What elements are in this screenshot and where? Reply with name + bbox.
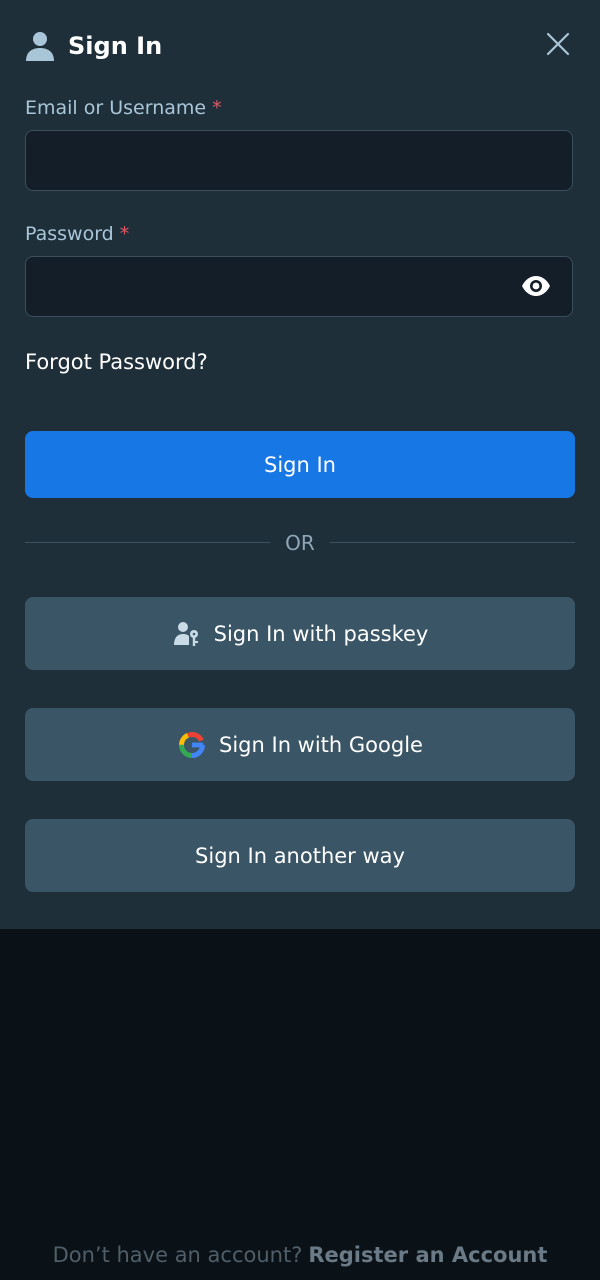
email-input[interactable]	[25, 130, 573, 191]
sign-in-button-label: Sign In	[264, 452, 336, 477]
google-button-label: Sign In with Google	[219, 732, 423, 757]
modal-title: Sign In	[68, 32, 163, 60]
register-link[interactable]: Register an Account	[308, 1243, 547, 1267]
register-footer: Don’t have an account? Register an Accoun…	[0, 1240, 600, 1270]
required-mark: *	[212, 97, 222, 119]
screen: Sign In Email or Username * Password * F…	[0, 0, 600, 1280]
password-label-text: Password	[25, 223, 114, 245]
modal-header: Sign In	[24, 28, 576, 64]
password-label: Password *	[25, 222, 129, 246]
close-icon	[546, 32, 570, 60]
close-button[interactable]	[540, 28, 576, 64]
email-label: Email or Username *	[25, 96, 222, 120]
or-divider: OR	[25, 530, 575, 556]
sign-in-modal: Sign In Email or Username * Password * F…	[0, 0, 600, 929]
eye-icon	[521, 275, 551, 301]
register-prompt: Don’t have an account?	[52, 1243, 303, 1267]
passkey-button-label: Sign In with passkey	[213, 621, 429, 646]
passkey-sign-in-button[interactable]: Sign In with passkey	[25, 597, 575, 670]
divider-text: OR	[285, 531, 315, 555]
sign-in-button[interactable]: Sign In	[25, 431, 575, 498]
toggle-password-visibility-button[interactable]	[514, 268, 558, 308]
another-way-button-label: Sign In another way	[195, 843, 405, 868]
google-icon	[177, 730, 207, 760]
passkey-user-icon	[172, 619, 202, 649]
google-sign-in-button[interactable]: Sign In with Google	[25, 708, 575, 781]
email-label-text: Email or Username	[25, 97, 207, 119]
user-icon	[24, 30, 56, 62]
forgot-password-link[interactable]: Forgot Password?	[25, 348, 208, 376]
required-mark: *	[119, 223, 130, 245]
sign-in-another-way-button[interactable]: Sign In another way	[25, 819, 575, 892]
password-input[interactable]	[25, 256, 573, 317]
